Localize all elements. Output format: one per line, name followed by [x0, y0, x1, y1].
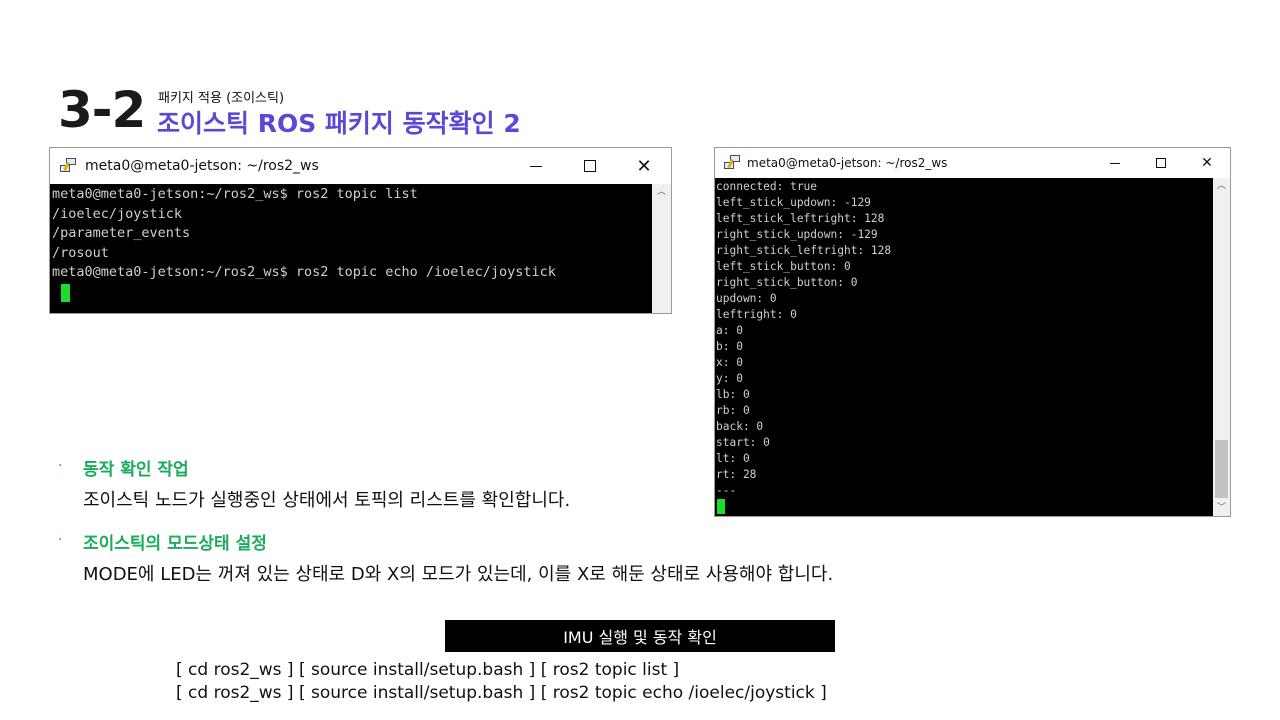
terminal-line: a: 0 — [716, 324, 743, 337]
terminal-line: left_stick_updown: -129 — [716, 196, 871, 209]
maximize-button[interactable] — [1138, 148, 1184, 178]
command-line: [ cd ros2_ws ] [ source install/setup.ba… — [176, 683, 827, 703]
terminal-output[interactable]: meta0@meta0-jetson:~/ros2_ws$ ros2 topic… — [50, 184, 652, 313]
minimize-icon — [530, 165, 542, 167]
window-titlebar[interactable]: meta0@meta0-jetson: ~/ros2_ws ✕ — [715, 148, 1230, 178]
terminal-line: rt: 28 — [716, 468, 757, 481]
terminal-line: y: 0 — [716, 372, 743, 385]
terminal-line: /ioelec/joystick — [52, 205, 183, 222]
terminal-line: /parameter_events — [52, 225, 191, 241]
bullet-text: 조이스틱 노드가 실행중인 상태에서 토픽의 리스트를 확인합니다. — [83, 490, 571, 511]
terminal-line: back: 0 — [716, 420, 764, 433]
putty-icon[interactable] — [60, 158, 78, 174]
terminal-line: rb: 0 — [716, 404, 750, 417]
vertical-scrollbar[interactable]: ︿ ﹀ — [1213, 178, 1230, 516]
terminal-line: x: 0 — [716, 356, 743, 369]
close-icon: ✕ — [1201, 155, 1213, 171]
terminal-line: leftright: 0 — [716, 308, 797, 321]
bullet-heading: 조이스틱의 모드상태 설정 — [83, 534, 267, 554]
window-title: meta0@meta0-jetson: ~/ros2_ws — [747, 156, 948, 170]
scrollbar-thumb[interactable] — [1215, 440, 1228, 498]
bullet-heading: 동작 확인 작업 — [83, 460, 189, 480]
bullet-dot-icon: · — [58, 532, 63, 548]
scroll-down-arrow-icon[interactable]: ﹀ — [1213, 500, 1230, 516]
scroll-up-arrow-icon[interactable]: ︿ — [652, 184, 671, 200]
terminal-line: meta0@meta0-jetson:~/ros2_ws$ ros2 topic… — [52, 186, 418, 202]
terminal-line: left_stick_leftright: 128 — [716, 212, 885, 225]
terminal-line: --- — [716, 484, 737, 497]
window-titlebar[interactable]: meta0@meta0-jetson: ~/ros2_ws ✕ — [50, 148, 671, 184]
terminal-line: /rosout — [52, 244, 109, 261]
putty-icon[interactable] — [724, 155, 740, 171]
terminal-line: lb: 0 — [716, 388, 750, 401]
terminal-window-left[interactable]: meta0@meta0-jetson: ~/ros2_ws ✕ meta0@me… — [49, 147, 672, 314]
vertical-scrollbar[interactable]: ︿ — [652, 184, 671, 313]
terminal-window-right[interactable]: meta0@meta0-jetson: ~/ros2_ws ✕ connecte… — [714, 147, 1231, 517]
minimize-button[interactable] — [1092, 148, 1138, 178]
terminal-line: right_stick_leftright: 128 — [716, 244, 892, 257]
scroll-up-arrow-icon[interactable]: ︿ — [1213, 178, 1230, 194]
terminal-line: left_stick_button: 0 — [716, 260, 851, 273]
imu-label-box: IMU 실행 및 동작 확인 — [445, 620, 835, 652]
terminal-line: connected: true — [716, 180, 818, 193]
terminal-line: right_stick_updown: -129 — [716, 228, 878, 241]
minimize-button[interactable] — [509, 148, 563, 184]
command-line: [ cd ros2_ws ] [ source install/setup.ba… — [176, 660, 680, 680]
slide-title: 조이스틱 ROS 패키지 동작확인 2 — [157, 109, 521, 138]
section-number: 3-2 — [58, 81, 146, 139]
bullet-text: MODE에 LED는 꺼져 있는 상태로 D와 X의 모드가 있는데, 이를 X… — [83, 564, 834, 585]
terminal-line: lt: 0 — [716, 452, 750, 465]
terminal-line: right_stick_button: 0 — [716, 276, 858, 289]
close-button[interactable]: ✕ — [617, 148, 671, 184]
close-button[interactable]: ✕ — [1184, 148, 1230, 178]
maximize-icon — [584, 160, 596, 172]
maximize-icon — [1156, 158, 1166, 168]
bullet-dot-icon: · — [58, 458, 63, 474]
terminal-line: b: 0 — [716, 340, 743, 353]
close-icon: ✕ — [636, 155, 652, 177]
terminal-line: updown: 0 — [716, 292, 777, 305]
minimize-icon — [1110, 162, 1120, 164]
terminal-cursor — [61, 283, 70, 302]
terminal-line: start: 0 — [716, 436, 770, 449]
terminal-line: meta0@meta0-jetson:~/ros2_ws$ ros2 topic… — [52, 264, 556, 280]
terminal-output[interactable]: connected: true left_stick_updown: -129 … — [715, 178, 1213, 516]
terminal-cursor — [717, 499, 725, 514]
maximize-button[interactable] — [563, 148, 617, 184]
window-title: meta0@meta0-jetson: ~/ros2_ws — [85, 158, 319, 174]
